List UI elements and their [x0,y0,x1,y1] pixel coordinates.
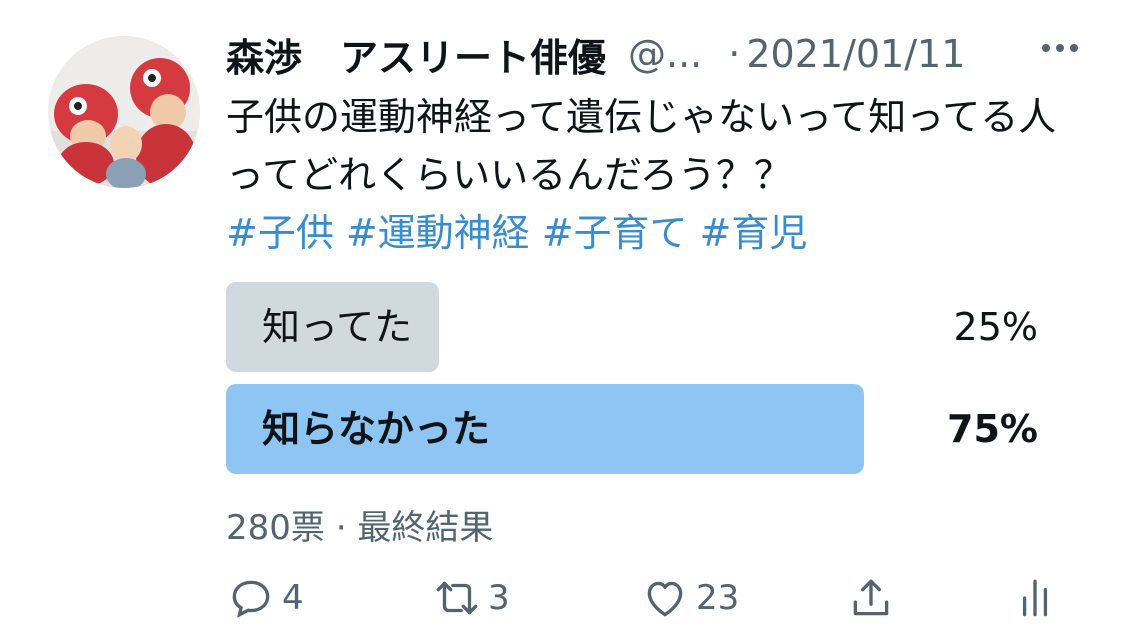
heart-icon [647,581,683,617]
poll-option: 知ってた 25% [226,282,1038,372]
like-button[interactable]: 23 [640,572,739,624]
separator-dot: · [728,32,741,76]
reply-icon [232,580,270,618]
author-handle[interactable]: @... [628,32,702,76]
reply-count: 4 [282,578,304,618]
hashtag-link[interactable]: #運動神経 [346,211,530,255]
hashtag-list: #子供 #運動神経 #子育て #育児 [226,204,819,262]
author-name[interactable]: 森渉 アスリート俳優 [226,27,606,82]
retweet-button[interactable]: 3 [432,572,510,624]
retweet-icon [436,581,478,615]
poll-option-percent: 25% [953,305,1038,349]
tweet-text: 子供の運動神経って遺伝じゃないって知ってる人ってどれくらいいるんだろう？？ [226,95,1057,197]
poll-option-label: 知らなかった [262,407,491,451]
hashtag-link[interactable]: #育児 [700,211,808,255]
tweet-date[interactable]: 2021/01/11 [746,32,965,76]
share-button[interactable] [846,572,896,624]
avatar-image [48,36,200,188]
hashtag-link[interactable]: #子供 [226,211,334,255]
analytics-button[interactable] [1010,572,1060,624]
poll-option: 知らなかった 75% [226,384,1038,474]
poll: 知ってた 25% 知らなかった 75% [226,282,1038,486]
share-icon [853,579,889,616]
poll-option-percent: 75% [947,407,1038,451]
action-bar: 4 3 23 [226,572,1056,624]
poll-meta: 280票 · 最終結果 [226,508,494,548]
like-count: 23 [696,578,740,618]
tweet-header: 森渉 アスリート俳優 @... · 2021/01/11 [226,28,1076,80]
analytics-icon [1022,579,1048,617]
hashtag-link[interactable]: #子育て [542,211,688,255]
reply-button[interactable]: 4 [226,572,304,624]
poll-option-label: 知ってた [262,305,413,349]
more-options-icon[interactable] [1042,44,1078,52]
avatar[interactable] [48,36,200,188]
retweet-count: 3 [488,578,510,618]
